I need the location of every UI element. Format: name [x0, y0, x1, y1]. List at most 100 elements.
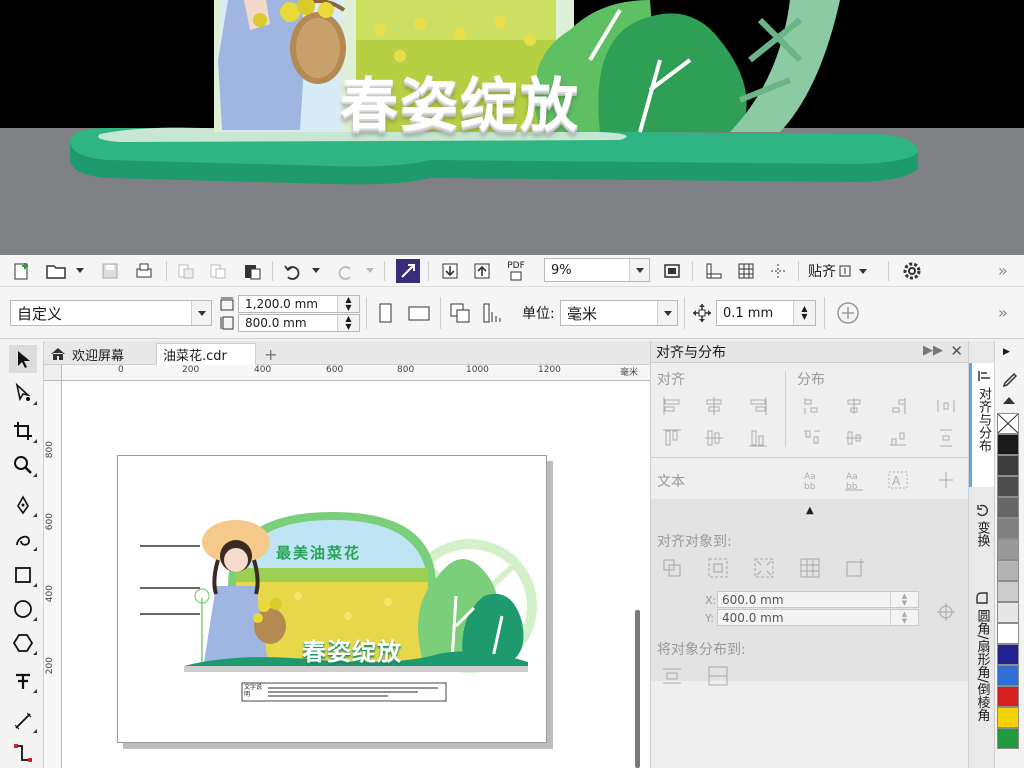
- color-swatch[interactable]: [997, 644, 1019, 665]
- color-swatch[interactable]: [997, 476, 1019, 497]
- show-grid-icon[interactable]: [734, 259, 758, 283]
- artwork-subtitle[interactable]: 最美油菜花: [276, 542, 361, 563]
- align-to-specified-point-icon[interactable]: [845, 557, 867, 579]
- color-swatch[interactable]: [997, 518, 1019, 539]
- print-icon[interactable]: [132, 259, 156, 283]
- palette-scroll-up-icon[interactable]: ▶: [1003, 347, 1010, 357]
- page-width-spinner[interactable]: ▲ ▼: [337, 296, 359, 312]
- distribute-to-selection-icon[interactable]: [661, 665, 683, 687]
- page-size-preset[interactable]: 自定义: [10, 300, 212, 326]
- x-coordinate-spinner[interactable]: ▲ ▼: [890, 592, 918, 607]
- y-coordinate-spinner[interactable]: ▲ ▼: [890, 610, 918, 625]
- cut-icon[interactable]: [174, 259, 198, 283]
- artistic-media-tool-icon[interactable]: [9, 525, 37, 553]
- distribute-to-page-icon[interactable]: [707, 665, 729, 687]
- y-coordinate-field[interactable]: 400.0 mm ▲ ▼: [717, 609, 919, 626]
- zoom-level-field[interactable]: 9%: [544, 258, 650, 282]
- polygon-tool-icon[interactable]: [9, 629, 37, 657]
- corel-connect-icon[interactable]: [396, 259, 420, 283]
- open-dropdown-arrow[interactable]: [76, 268, 84, 273]
- page-height-spinner[interactable]: ▲ ▼: [337, 315, 359, 331]
- distribute-center-icon[interactable]: [843, 395, 865, 417]
- zoom-tool-magnifier-icon[interactable]: [9, 451, 37, 479]
- copy-icon[interactable]: [206, 259, 230, 283]
- align-top-icon[interactable]: [661, 427, 683, 449]
- eyedropper-icon[interactable]: [999, 371, 1019, 395]
- paste-icon[interactable]: [240, 259, 264, 283]
- text-bounding-box-icon[interactable]: A: [887, 469, 909, 491]
- color-swatch[interactable]: [997, 623, 1019, 644]
- align-center-horizontal-icon[interactable]: [703, 395, 725, 417]
- distribute-left-icon[interactable]: [801, 395, 823, 417]
- snap-to-button[interactable]: 贴齐: [808, 262, 867, 280]
- align-to-grid-icon[interactable]: [799, 557, 821, 579]
- collapse-triangle-icon[interactable]: ▲: [806, 505, 814, 516]
- align-left-icon[interactable]: [661, 395, 683, 417]
- palette-options-icon[interactable]: [999, 395, 1019, 410]
- text-last-baseline-icon[interactable]: Aa bb: [843, 469, 865, 491]
- signboard-artwork[interactable]: [118, 456, 548, 744]
- undo-dropdown-arrow[interactable]: [312, 268, 320, 273]
- toolbar-overflow-chevron[interactable]: »: [998, 261, 1008, 280]
- artwork-title[interactable]: 春姿绽放: [302, 632, 402, 667]
- tab-transform[interactable]: 变换: [969, 497, 995, 577]
- new-document-icon[interactable]: [10, 259, 34, 283]
- align-to-page-edge-icon[interactable]: [707, 557, 729, 579]
- new-tab-plus-icon[interactable]: +: [258, 343, 283, 365]
- color-swatch[interactable]: [997, 707, 1019, 728]
- units-select[interactable]: 毫米: [560, 300, 678, 326]
- page-width-field[interactable]: 1,200.0 mm ▲ ▼: [238, 295, 360, 313]
- redo-dropdown-arrow[interactable]: [366, 268, 374, 273]
- x-coordinate-field[interactable]: 600.0 mm ▲ ▼: [717, 591, 919, 608]
- specified-point-target-icon[interactable]: [935, 601, 957, 623]
- color-swatch[interactable]: [997, 728, 1019, 749]
- shape-tool-icon[interactable]: [9, 379, 37, 407]
- vertical-ruler[interactable]: 800 600 400 200: [44, 381, 62, 768]
- document-page[interactable]: 最美油菜花 春姿绽放 文字说明: [117, 455, 547, 743]
- ellipse-tool-icon[interactable]: [9, 595, 37, 623]
- export-icon[interactable]: [470, 259, 494, 283]
- tab-welcome-screen[interactable]: 欢迎屏幕: [44, 343, 130, 365]
- color-swatch[interactable]: [997, 665, 1019, 686]
- page-height-field[interactable]: 800.0 mm ▲ ▼: [238, 314, 360, 332]
- color-swatch[interactable]: [997, 497, 1019, 518]
- snap-dropdown-arrow[interactable]: [859, 268, 867, 274]
- align-to-page-center-icon[interactable]: [753, 557, 775, 579]
- tab-document[interactable]: 油菜花.cdr: [156, 343, 256, 365]
- show-rulers-icon[interactable]: [702, 259, 726, 283]
- docker-expand-chevron-icon[interactable]: ▶▶: [923, 343, 943, 358]
- color-swatch[interactable]: [997, 560, 1019, 581]
- publish-pdf-button[interactable]: PDF: [504, 259, 528, 283]
- pen-tool-icon[interactable]: [9, 491, 37, 519]
- ruler-origin-corner[interactable]: [44, 365, 62, 381]
- crop-tool-icon[interactable]: [9, 417, 37, 445]
- connector-tool-icon[interactable]: [9, 739, 37, 767]
- align-to-active-objects-icon[interactable]: [661, 557, 683, 579]
- color-swatch[interactable]: [997, 539, 1019, 560]
- text-tool-icon[interactable]: [9, 667, 37, 695]
- full-screen-icon[interactable]: [660, 259, 684, 283]
- horizontal-ruler[interactable]: 0 200 400 600 800 1000 1200 毫米: [62, 365, 650, 381]
- current-page-size-icon[interactable]: [480, 301, 504, 325]
- artwork-caption-label[interactable]: 文字说明: [244, 684, 266, 698]
- nudge-distance-field[interactable]: 0.1 mm ▲ ▼: [716, 300, 816, 326]
- units-dropdown-arrow[interactable]: [657, 301, 677, 325]
- vertical-scrollbar[interactable]: [634, 610, 642, 768]
- save-icon[interactable]: [98, 259, 122, 283]
- zoom-dropdown-arrow[interactable]: [629, 259, 649, 281]
- align-right-icon[interactable]: [747, 395, 769, 417]
- color-swatch[interactable]: [997, 581, 1019, 602]
- distribute-right-icon[interactable]: [887, 395, 909, 417]
- docker-close-icon[interactable]: ✕: [950, 342, 963, 360]
- nudge-distance-spinner[interactable]: ▲ ▼: [793, 301, 815, 325]
- align-center-vertical-icon[interactable]: [703, 427, 725, 449]
- show-guidelines-icon[interactable]: [766, 259, 790, 283]
- text-outline-icon[interactable]: [935, 469, 957, 491]
- drawing-canvas[interactable]: 最美油菜花 春姿绽放 文字说明: [62, 381, 650, 768]
- align-bottom-icon[interactable]: [747, 427, 769, 449]
- property-bar-overflow-chevron[interactable]: »: [998, 303, 1008, 322]
- color-swatch[interactable]: [997, 686, 1019, 707]
- distribute-center-vertical-icon[interactable]: [843, 427, 865, 449]
- pick-tool-arrow-icon[interactable]: [9, 345, 37, 373]
- scrollbar-thumb[interactable]: [635, 610, 640, 768]
